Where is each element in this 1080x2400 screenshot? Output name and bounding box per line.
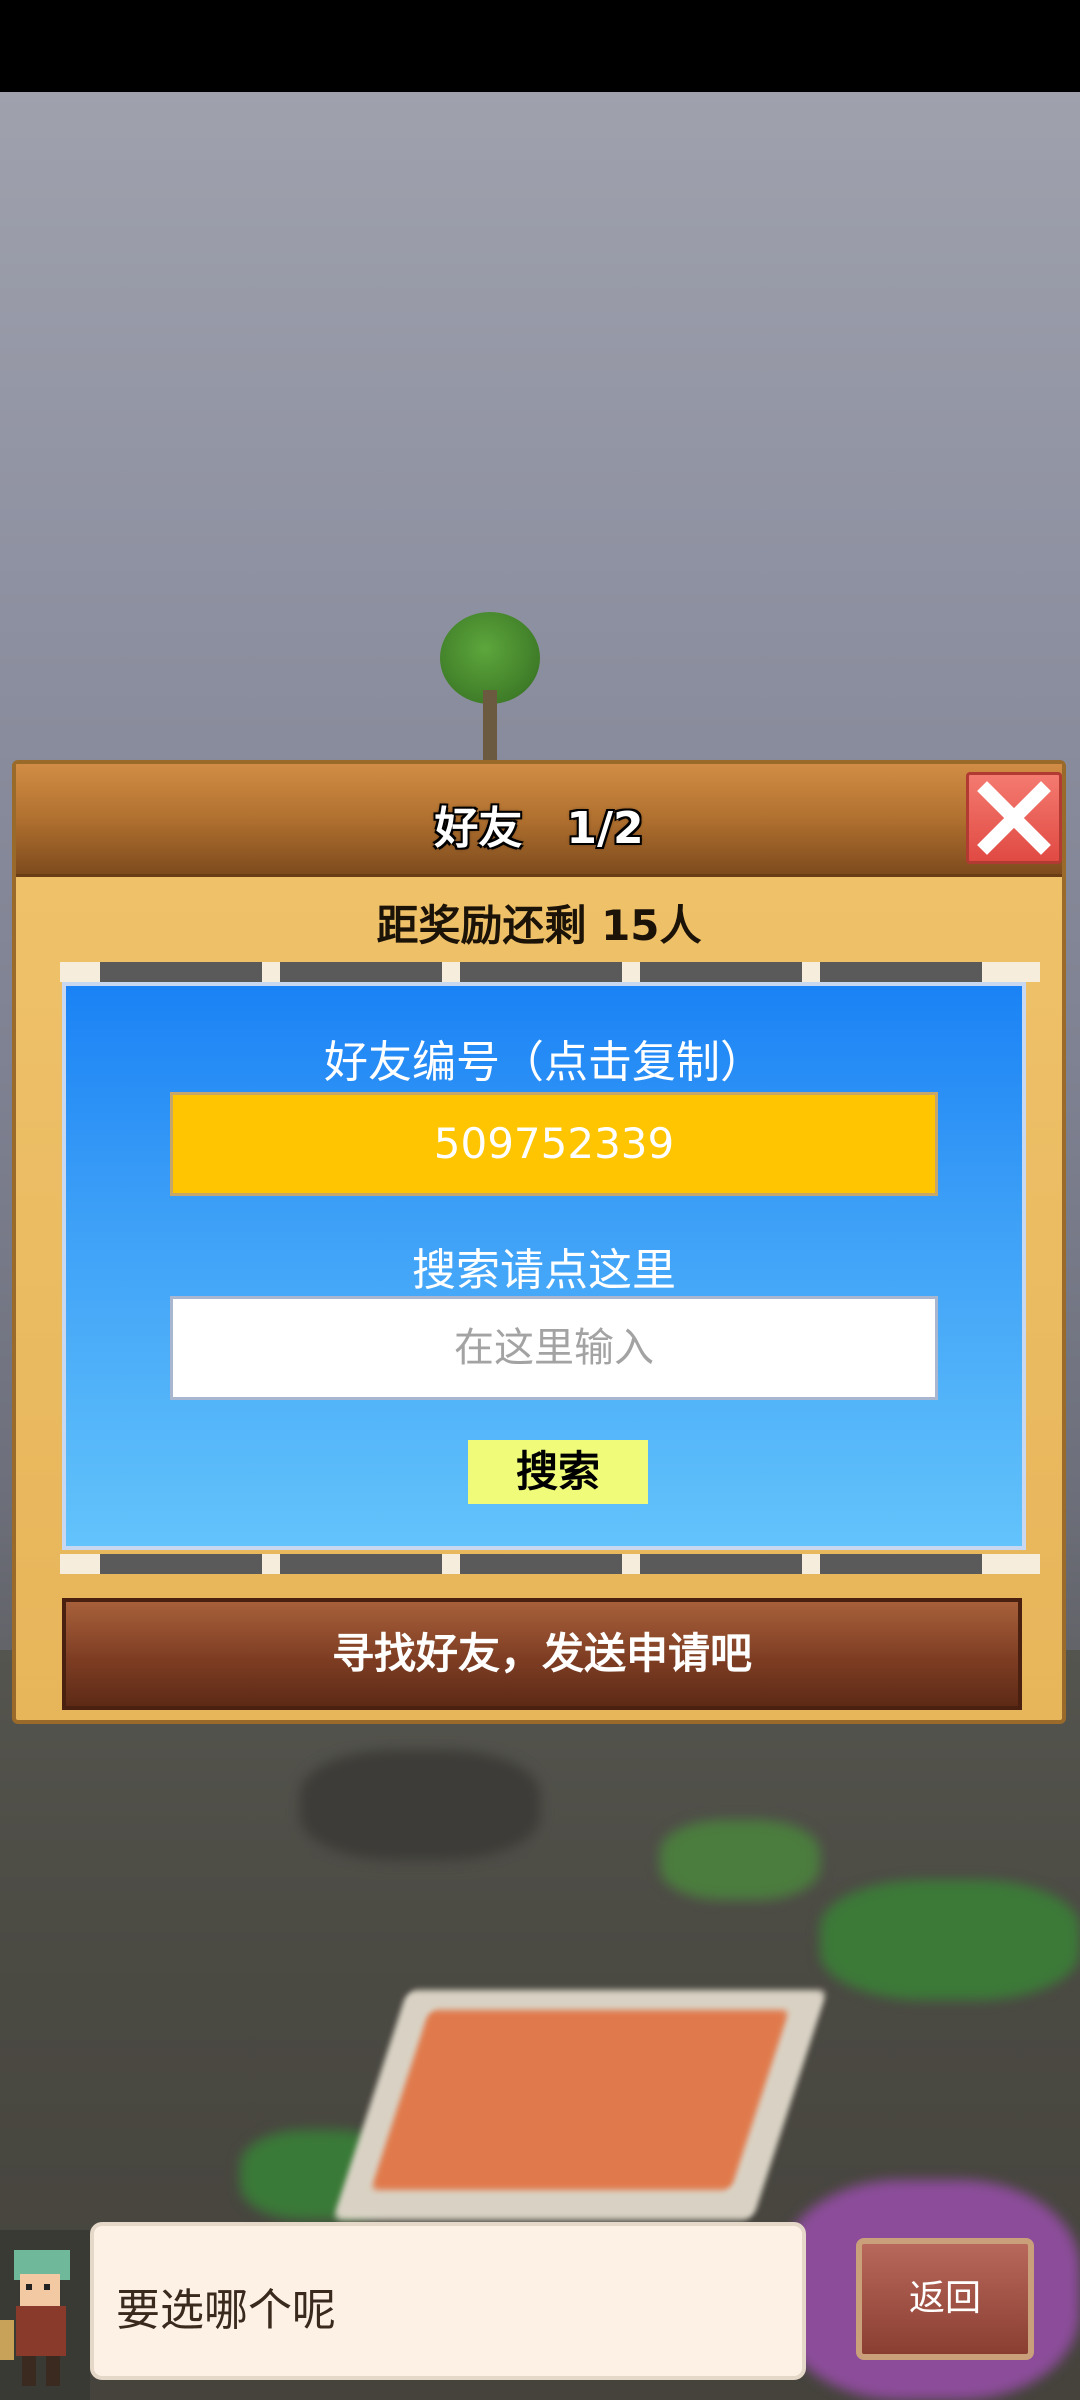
find-friends-button[interactable]: 寻找好友，发送申请吧 bbox=[62, 1598, 1022, 1710]
slot bbox=[640, 962, 802, 982]
close-button[interactable] bbox=[966, 772, 1062, 864]
friend-id-label: 好友编号（点击复制） bbox=[324, 1037, 764, 1088]
dialog-title: 好友 1/2 bbox=[434, 803, 644, 854]
friend-id-copy-box[interactable]: 509752339 bbox=[170, 1092, 938, 1196]
search-label: 搜索请点这里 bbox=[412, 1245, 676, 1296]
search-input[interactable]: 在这里输入 bbox=[170, 1296, 938, 1400]
ground-patch bbox=[820, 1880, 1080, 2000]
reward-remaining-text: 距奖励还剩 15人 bbox=[376, 901, 702, 950]
slot bbox=[280, 1554, 442, 1574]
slot bbox=[280, 962, 442, 982]
tree-trunk bbox=[483, 690, 497, 760]
slot-strip-top bbox=[60, 962, 1040, 982]
close-icon bbox=[977, 781, 1051, 855]
slot-strip-bottom bbox=[60, 1554, 1040, 1574]
slot bbox=[460, 1554, 622, 1574]
slot bbox=[820, 962, 982, 982]
speech-text: 要选哪个呢 bbox=[116, 2285, 336, 2336]
slot bbox=[640, 1554, 802, 1574]
slot bbox=[460, 962, 622, 982]
friend-search-panel: 好友编号（点击复制） 509752339 搜索请点这里 在这里输入 搜索 bbox=[62, 982, 1026, 1550]
dialog-header: 好友 1/2 bbox=[16, 764, 1062, 877]
ground-patch bbox=[300, 1750, 540, 1860]
slot bbox=[100, 1554, 262, 1574]
slot bbox=[100, 962, 262, 982]
ground-patch bbox=[660, 1820, 820, 1900]
friends-dialog: 好友 1/2 距奖励还剩 15人 好友编号（点击复制） 509752339 搜索… bbox=[12, 760, 1066, 1724]
status-bar bbox=[0, 0, 1080, 92]
slot bbox=[820, 1554, 982, 1574]
character-avatar bbox=[0, 2230, 90, 2400]
search-button[interactable]: 搜索 bbox=[468, 1440, 648, 1504]
house-floor bbox=[370, 2010, 790, 2190]
back-button[interactable]: 返回 bbox=[856, 2238, 1034, 2360]
speech-bubble: 要选哪个呢 bbox=[90, 2222, 806, 2380]
